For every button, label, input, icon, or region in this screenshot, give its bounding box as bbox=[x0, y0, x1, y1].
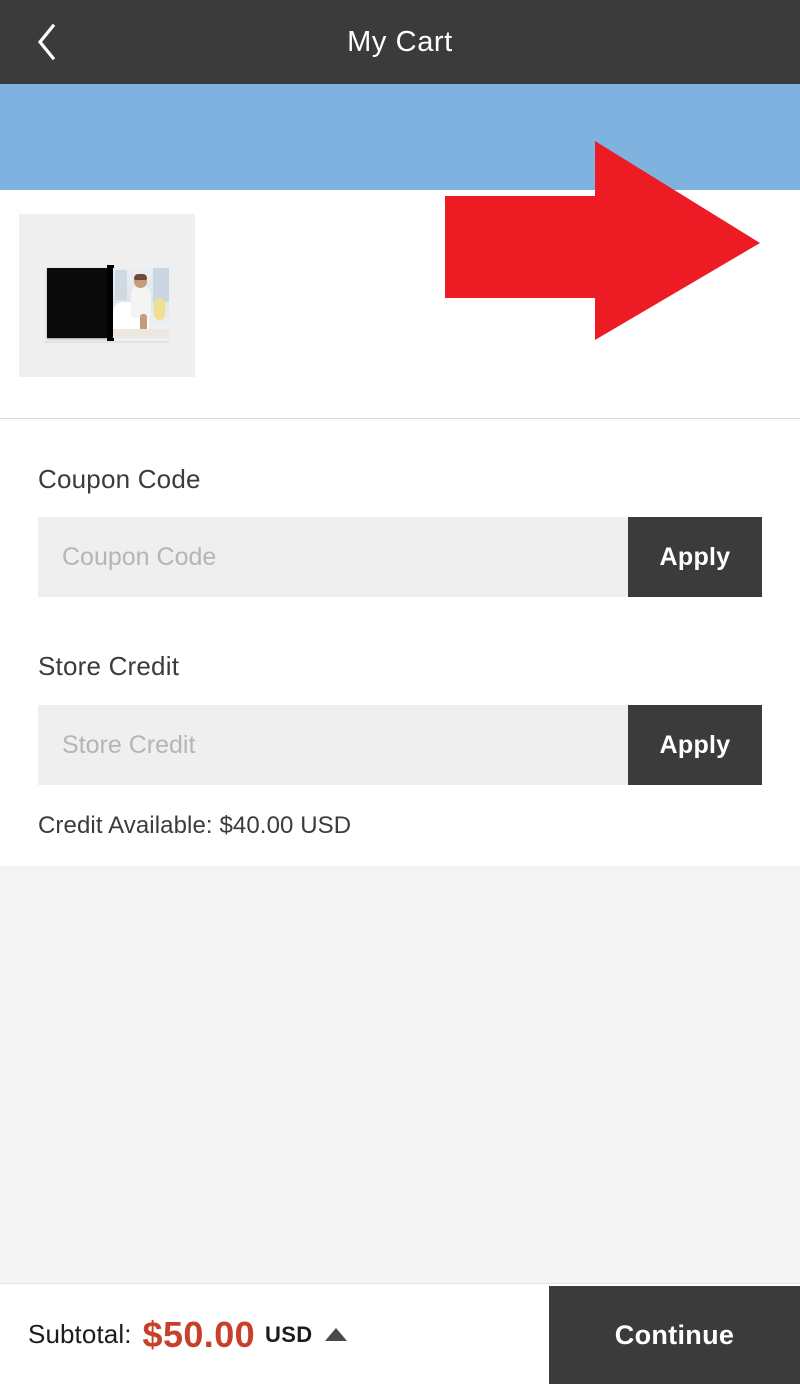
page-title: My Cart bbox=[0, 0, 800, 84]
book-cover-left bbox=[47, 268, 110, 338]
subtotal-label: Subtotal: bbox=[28, 1319, 132, 1350]
checkout-bar: Subtotal: $50.00 USD Continue bbox=[0, 1283, 800, 1384]
caret-up-icon[interactable] bbox=[325, 1328, 347, 1341]
my-cart-screen: My Cart Lit bbox=[0, 0, 800, 1384]
subtotal-group[interactable]: Subtotal: $50.00 USD bbox=[28, 1284, 347, 1384]
book-page-photo bbox=[113, 268, 169, 338]
discounts-section: Coupon Code Apply Store Credit Apply Cre… bbox=[0, 420, 800, 866]
continue-button[interactable]: Continue bbox=[549, 1286, 800, 1384]
product-thumbnail[interactable] bbox=[19, 214, 195, 377]
promo-banner[interactable] bbox=[0, 84, 800, 190]
store-credit-label: Store Credit bbox=[38, 651, 179, 682]
subtotal-currency: USD bbox=[265, 1322, 312, 1348]
credit-available-note: Credit Available: $40.00 USD bbox=[38, 812, 351, 840]
photo-window-left bbox=[115, 270, 127, 300]
photo-window-right bbox=[153, 268, 169, 302]
book-shadow bbox=[45, 341, 169, 343]
cart-item-row: Little Black Book 8x8 (Hard Cover) (2 $5… bbox=[0, 190, 800, 419]
photo-book-icon bbox=[47, 268, 169, 338]
photo-baby-hair bbox=[134, 274, 147, 280]
photo-yellow-object bbox=[154, 298, 165, 320]
store-credit-apply-button[interactable]: Apply bbox=[628, 705, 762, 785]
coupon-code-row: Apply bbox=[38, 517, 762, 597]
coupon-code-label: Coupon Code bbox=[38, 464, 201, 495]
coupon-code-input[interactable] bbox=[38, 517, 628, 597]
photo-floor bbox=[113, 329, 169, 338]
store-credit-input[interactable] bbox=[38, 705, 628, 785]
subtotal-amount: $50.00 bbox=[143, 1314, 256, 1356]
empty-content-area bbox=[0, 866, 800, 1283]
coupon-apply-button[interactable]: Apply bbox=[628, 517, 762, 597]
store-credit-row: Apply bbox=[38, 705, 762, 785]
app-header: My Cart bbox=[0, 0, 800, 84]
